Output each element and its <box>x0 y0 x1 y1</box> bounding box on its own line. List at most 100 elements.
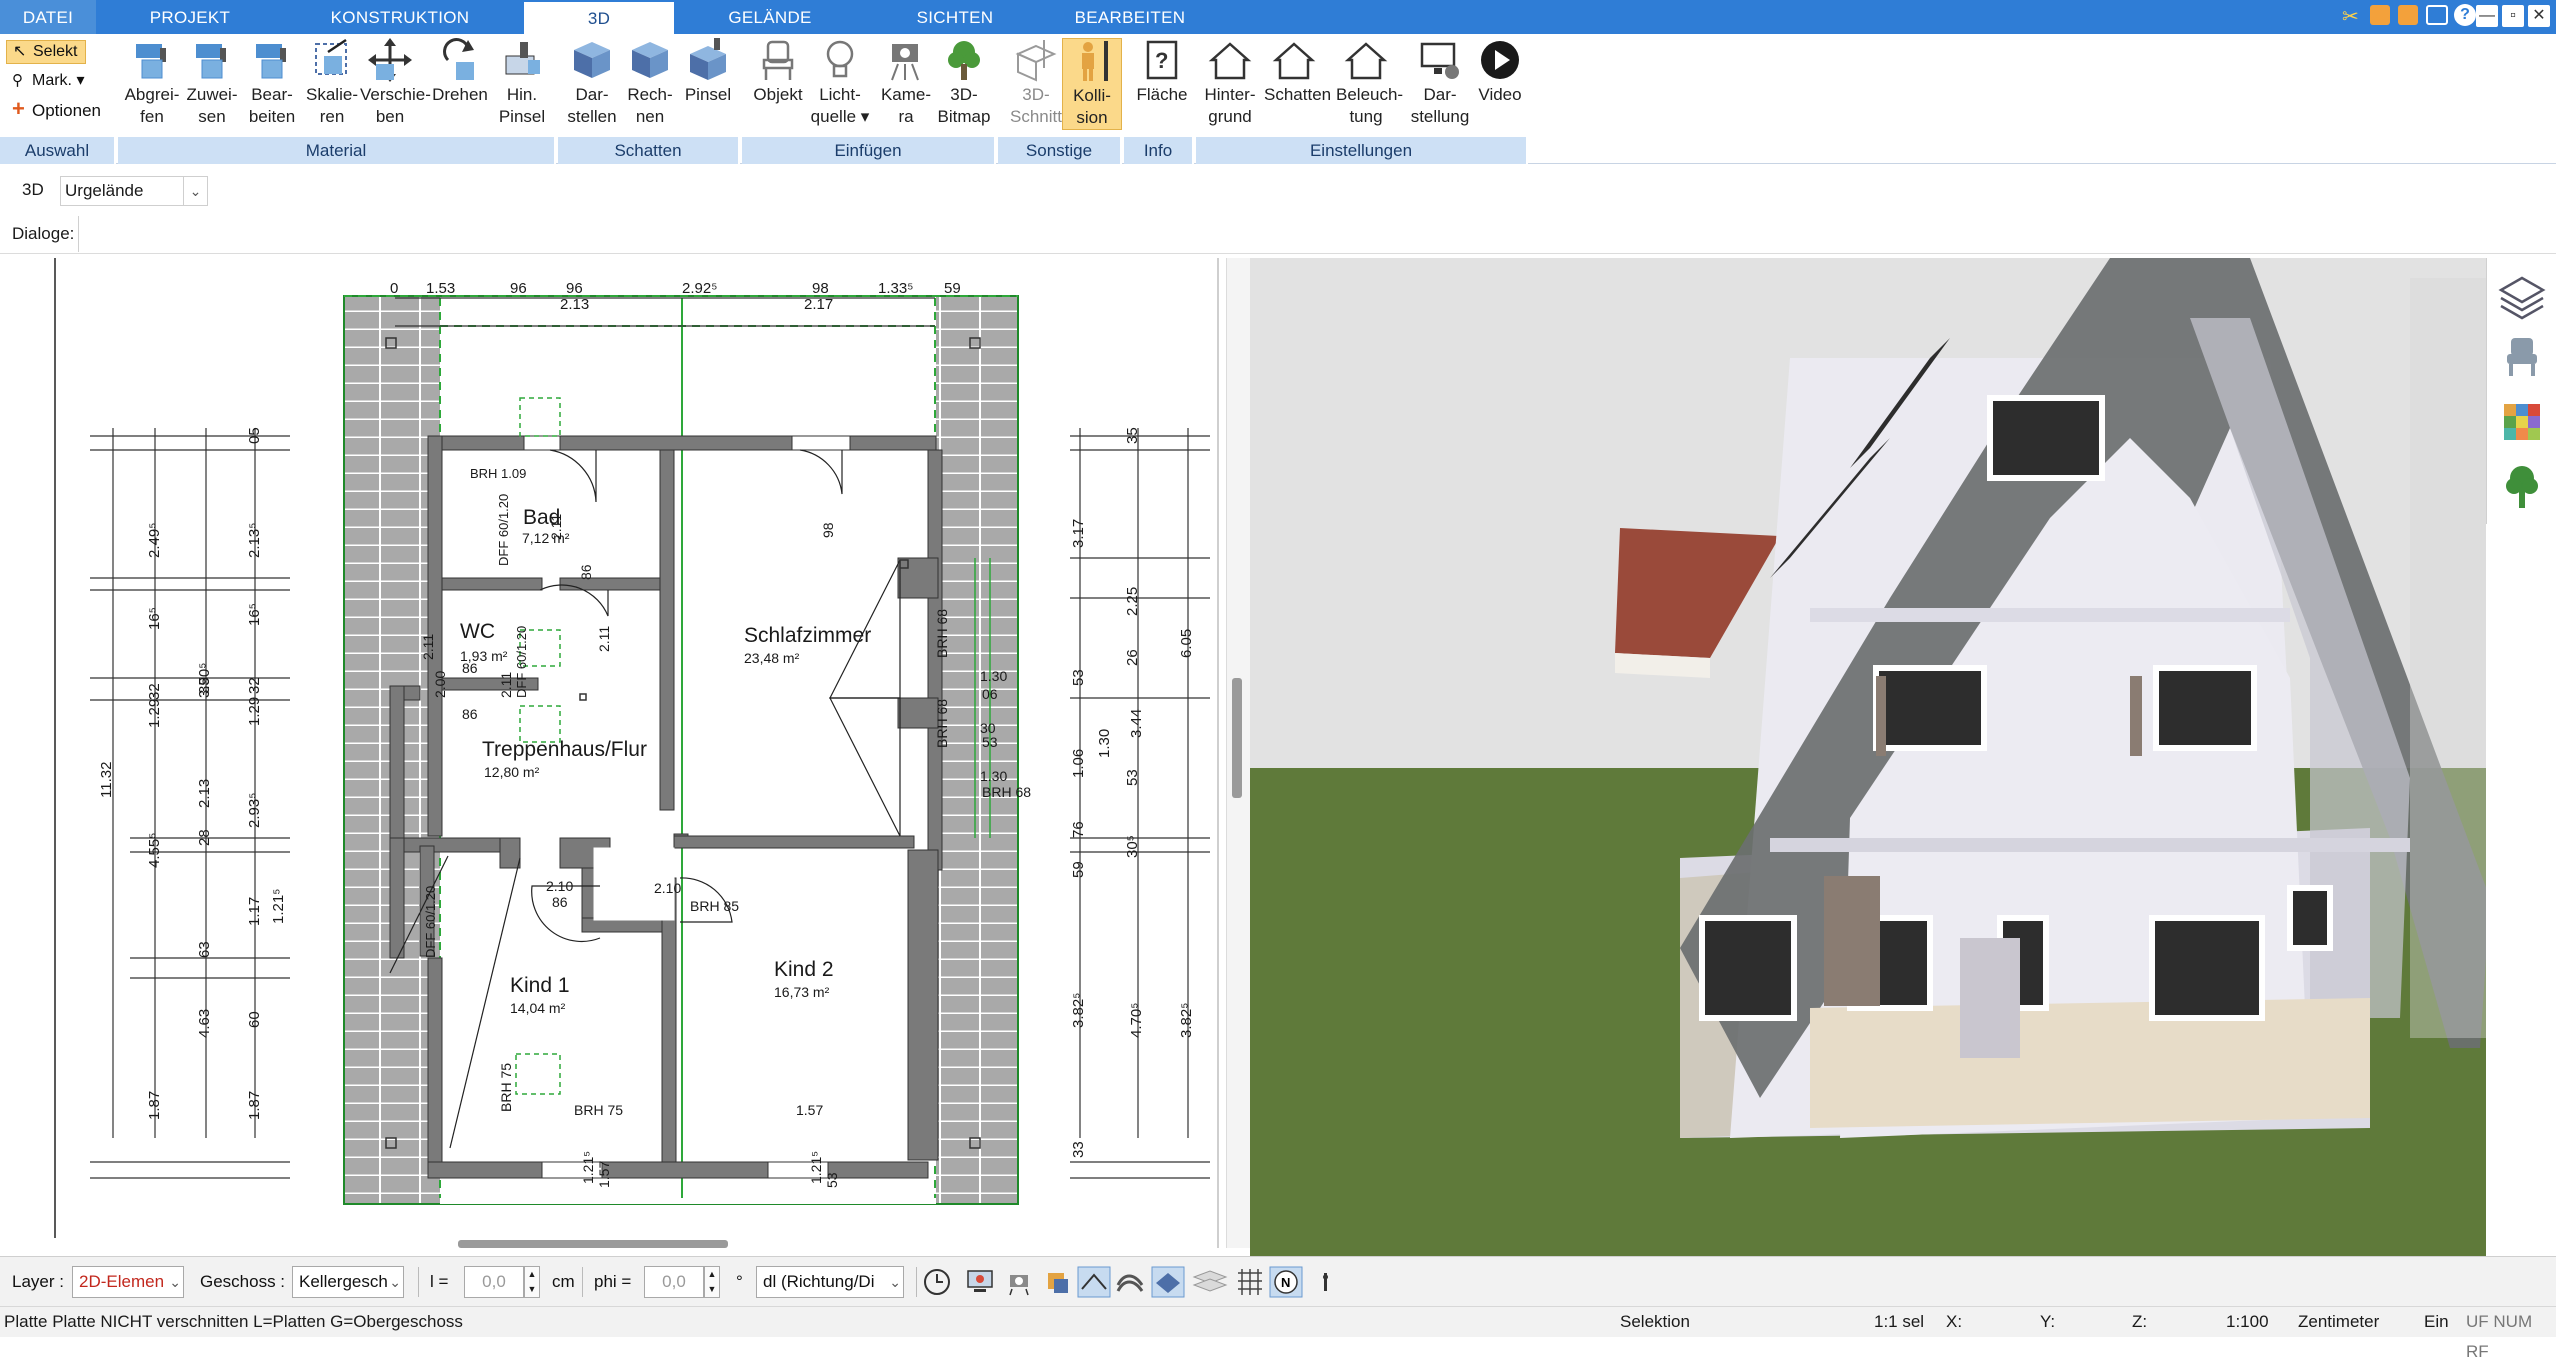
scroll-thumb[interactable] <box>1232 678 1242 798</box>
plan-vertical-scrollbar[interactable] <box>1226 258 1250 1248</box>
dimension-label: 2.17 <box>804 296 834 313</box>
tab-projekt[interactable]: PROJEKT <box>110 0 270 34</box>
ribbon-button-label: Drehen <box>432 85 488 104</box>
status-scale: 1:100 <box>2226 1312 2269 1331</box>
select-button[interactable]: ↖ Selekt <box>6 40 86 64</box>
ribbon-button-dar-stellen[interactable]: Dar-stellen <box>562 38 622 128</box>
ribbon-button-kolli-sion[interactable]: Kolli-sion <box>1062 38 1122 130</box>
tools-icon[interactable]: ✂ <box>2342 4 2359 29</box>
ribbon-button-verschie-ben[interactable]: Verschie-ben <box>360 38 431 128</box>
ribbon-button-pinsel[interactable]: Pinsel <box>678 38 738 106</box>
dimension-label: 1.30 <box>1096 728 1113 758</box>
ribbon-button-licht-quelle[interactable]: Licht-quelle ▾ <box>810 38 870 128</box>
direction-value: dl (Richtung/Di <box>763 1272 875 1291</box>
floor-label: Geschoss : <box>200 1272 286 1291</box>
horizontal-scrollbar[interactable] <box>458 1240 728 1248</box>
ribbon-button-3d-bitmap[interactable]: 3D- Bitmap <box>934 38 994 128</box>
cube-stack-icon[interactable] <box>1048 1273 1068 1293</box>
floor-dropdown[interactable]: Kellergesch ⌄ <box>292 1266 404 1298</box>
terrain-tool-icon[interactable] <box>1077 1266 1111 1298</box>
material-palette-icon[interactable] <box>2504 404 2540 440</box>
tree-icon[interactable] <box>2506 466 2538 508</box>
area-info-icon: ? <box>1146 40 1178 80</box>
ribbon-button-skalie-ren[interactable]: Skalie-ren <box>302 38 362 128</box>
move-icon <box>368 38 412 82</box>
direction-dropdown[interactable]: dl (Richtung/Di ⌄ <box>756 1266 904 1298</box>
monitor-icon[interactable] <box>967 1270 993 1292</box>
opening-label: BRH 75 <box>498 1062 514 1112</box>
length-input[interactable]: 0,0 <box>464 1266 524 1298</box>
options-button[interactable]: + Optionen <box>6 98 106 124</box>
3d-house-render[interactable] <box>1250 258 2486 1256</box>
dimension-label: 2.92⁵ <box>682 280 718 297</box>
chair-icon[interactable] <box>2507 338 2537 376</box>
camera-icon[interactable] <box>1009 1275 1029 1296</box>
layer-dropdown[interactable]: 2D-Elemen ⌄ <box>72 1266 184 1298</box>
dimension-label: 1.87 <box>246 1090 263 1120</box>
ribbon-button-bear-beiten[interactable]: Bear-beiten <box>242 38 302 128</box>
3d-view[interactable] <box>1250 258 2486 1256</box>
door <box>1824 876 1880 1006</box>
ribbon-button-abgrei-fen[interactable]: Abgrei-fen <box>122 38 182 128</box>
floor-plan-view[interactable]: Bad 7,12 m² WC 1,93 m² Schlafzimmer 23,4… <box>0 258 1226 1248</box>
grid-icon[interactable] <box>1238 1269 1262 1295</box>
mark-icon: ⚲ <box>12 72 23 89</box>
ribbon-button-hinter-grund[interactable]: Hinter-grund <box>1200 38 1260 128</box>
tab-gelaende[interactable]: GELÄNDE <box>690 0 850 34</box>
tab-datei[interactable]: DATEI <box>0 0 96 34</box>
view-toolbar: 3D Urgelände ⌄ <box>0 170 2556 212</box>
paint-roller-icon <box>256 44 286 79</box>
ribbon-button-kame-ra[interactable]: Kame-ra <box>876 38 936 128</box>
dimension-label: 2.93⁵ <box>246 792 263 828</box>
window-icon[interactable] <box>2426 5 2448 25</box>
plane-view-icon[interactable] <box>1151 1266 1185 1298</box>
toolbox-icon[interactable] <box>2370 5 2390 25</box>
tab-konstruktion[interactable]: KONSTRUKTION <box>300 0 500 34</box>
maximize-button[interactable]: ▫ <box>2502 5 2524 27</box>
layers-toggle-icon[interactable] <box>1192 1270 1228 1292</box>
ribbon-button-beleuch-tung[interactable]: Beleuch-tung <box>1336 38 1403 128</box>
group-einstellungen: Einstellungen <box>1196 137 1528 164</box>
minimize-button[interactable]: — <box>2476 5 2498 27</box>
chevron-down-icon[interactable]: ⌄ <box>183 177 207 205</box>
length-stepper[interactable]: ▲ ▼ <box>524 1266 540 1298</box>
monitor-gear-icon <box>1420 42 1459 79</box>
mark-button[interactable]: ⚲ Mark. ▾ <box>6 70 96 94</box>
dimension-label: 3.82⁵ <box>1178 1002 1195 1038</box>
layers-icon[interactable] <box>2498 276 2546 320</box>
roof-tiles-right <box>936 878 1018 1204</box>
opening-label: BRH 68 <box>982 784 1032 800</box>
clock-icon[interactable] <box>924 1269 950 1295</box>
ribbon-button-dar-stellung[interactable]: Dar-stellung <box>1410 38 1470 128</box>
room-area: 14,04 m² <box>510 1000 566 1016</box>
tab-bearbeiten[interactable]: BEARBEITEN <box>1040 0 1220 34</box>
ribbon-button-label: beiten <box>248 107 296 126</box>
brush-icon <box>505 42 540 75</box>
help-icon[interactable]: ? <box>2454 4 2476 26</box>
toolbox-2-icon[interactable] <box>2398 5 2418 25</box>
close-button[interactable]: ✕ <box>2528 5 2550 27</box>
north-icon[interactable]: N <box>1269 1266 1303 1298</box>
dimension-label: 59 <box>1070 861 1087 878</box>
ribbon-button-3d-schnitt[interactable]: 3D- Schnitt <box>1006 38 1066 128</box>
length-value: 0,0 <box>482 1272 506 1291</box>
opening-label: 2.11 <box>596 625 612 652</box>
hatch-icon[interactable] <box>1116 1274 1144 1292</box>
ribbon-button-objekt[interactable]: Objekt <box>748 38 808 106</box>
layer-value: 2D-Elemen <box>79 1272 165 1291</box>
ribbon-button-fläche[interactable]: ? Fläche <box>1132 38 1192 106</box>
ribbon-button-video[interactable]: Video <box>1470 38 1530 106</box>
terrain-dropdown[interactable]: Urgelände ⌄ <box>60 176 208 206</box>
more-options-icon[interactable] <box>1323 1273 1328 1291</box>
ribbon-button-drehen[interactable]: Drehen <box>430 38 490 106</box>
ribbon-button-schatten[interactable]: Schatten <box>1264 38 1331 106</box>
group-auswahl: Auswahl <box>0 137 116 164</box>
phi-stepper[interactable]: ▲ ▼ <box>704 1266 720 1298</box>
ribbon-button-zuwei-sen[interactable]: Zuwei-sen <box>182 38 242 128</box>
tab-sichten[interactable]: SICHTEN <box>880 0 1030 34</box>
ribbon-button-rech-nen[interactable]: Rech-nen <box>620 38 680 128</box>
room-name: Schlafzimmer <box>744 624 872 647</box>
tab-3d[interactable]: 3D <box>524 2 674 35</box>
phi-input[interactable]: 0,0 <box>644 1266 704 1298</box>
ribbon-button-hin-pinsel[interactable]: Hin. Pinsel <box>492 38 552 128</box>
